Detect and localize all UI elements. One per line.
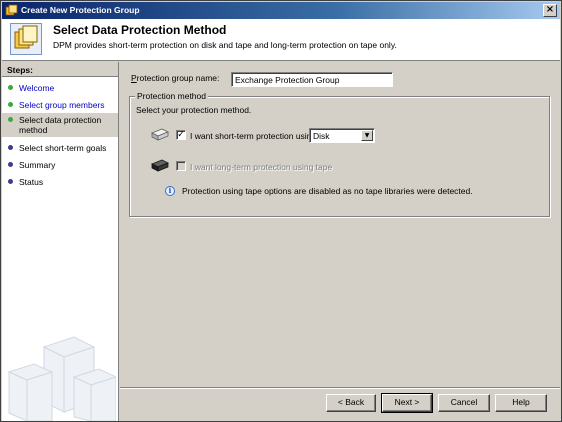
tape-icon [151, 159, 169, 172]
sidebar-item-label: Select group members [19, 100, 105, 110]
group-name-label-text: rotection group name: [136, 73, 220, 83]
sidebar-item-welcome[interactable]: Welcome [2, 83, 118, 93]
window-title: Create New Protection Group [21, 5, 140, 15]
group-name-label: Protection group name: [131, 73, 220, 83]
step-complete-icon [8, 102, 13, 107]
group-name-input[interactable] [231, 72, 393, 87]
sidebar-item-select-group-members[interactable]: Select group members [2, 100, 118, 110]
step-pending-icon [8, 145, 13, 150]
next-button[interactable]: Next > [381, 393, 433, 413]
long-term-label: I want long-term protection using tape [190, 162, 333, 172]
selected-method: Disk [313, 131, 330, 141]
step-complete-icon [8, 85, 13, 90]
short-term-label: I want short-term protection using: [190, 131, 319, 141]
short-term-method-select[interactable]: Disk ▼ [309, 128, 375, 143]
back-button[interactable]: < Back [326, 394, 376, 412]
sidebar-item-label: Welcome [19, 83, 55, 93]
sidebar-item-label: Summary [19, 160, 56, 170]
page-header: Select Data Protection Method DPM provid… [2, 19, 560, 61]
instruction-text: Select your protection method. [136, 105, 252, 115]
close-icon: × [545, 4, 555, 15]
step-pending-icon [8, 162, 13, 167]
footer-divider [120, 387, 560, 389]
steps-heading: Steps: [2, 62, 118, 77]
dropdown-arrow-icon[interactable]: ▼ [361, 130, 373, 141]
sidebar-item-label: Status [19, 177, 44, 187]
sidebar-item-select-short-term-goals: Select short-term goals [2, 143, 118, 153]
protection-method-groupbox: Protection method Select your protection… [129, 91, 550, 217]
long-term-checkbox [176, 161, 186, 171]
app-icon [5, 4, 18, 16]
protection-group-icon [10, 23, 42, 55]
disk-icon [151, 128, 169, 141]
sidebar-item-label: Select data protection method [19, 115, 102, 135]
help-button[interactable]: Help [495, 394, 547, 412]
sidebar-item-select-data-protection-method: Select data protection method [2, 113, 118, 137]
decorative-servers-graphic [7, 336, 116, 421]
sidebar-item-status: Status [2, 177, 118, 187]
page-subtitle: DPM provides short-term protection on di… [53, 40, 397, 50]
info-message: Protection using tape options are disabl… [182, 186, 473, 196]
main-content: Protection group name: Protection method… [120, 62, 560, 387]
groupbox-title: Protection method [135, 91, 208, 101]
step-pending-icon [8, 179, 13, 184]
step-current-icon [8, 117, 13, 122]
steps-sidebar: Steps: Welcome Select group members Sele… [2, 62, 119, 421]
cancel-button[interactable]: Cancel [438, 394, 490, 412]
info-icon: i [165, 186, 175, 196]
close-button[interactable]: × [543, 4, 557, 17]
checkmark-icon: ✓ [177, 130, 185, 140]
wizard-window: Create New Protection Group × Select Dat… [0, 0, 562, 422]
sidebar-item-label: Select short-term goals [19, 143, 107, 153]
sidebar-item-summary: Summary [2, 160, 118, 170]
title-bar: Create New Protection Group × [2, 2, 560, 19]
short-term-checkbox[interactable]: ✓ [176, 130, 186, 140]
page-title: Select Data Protection Method [53, 23, 227, 37]
